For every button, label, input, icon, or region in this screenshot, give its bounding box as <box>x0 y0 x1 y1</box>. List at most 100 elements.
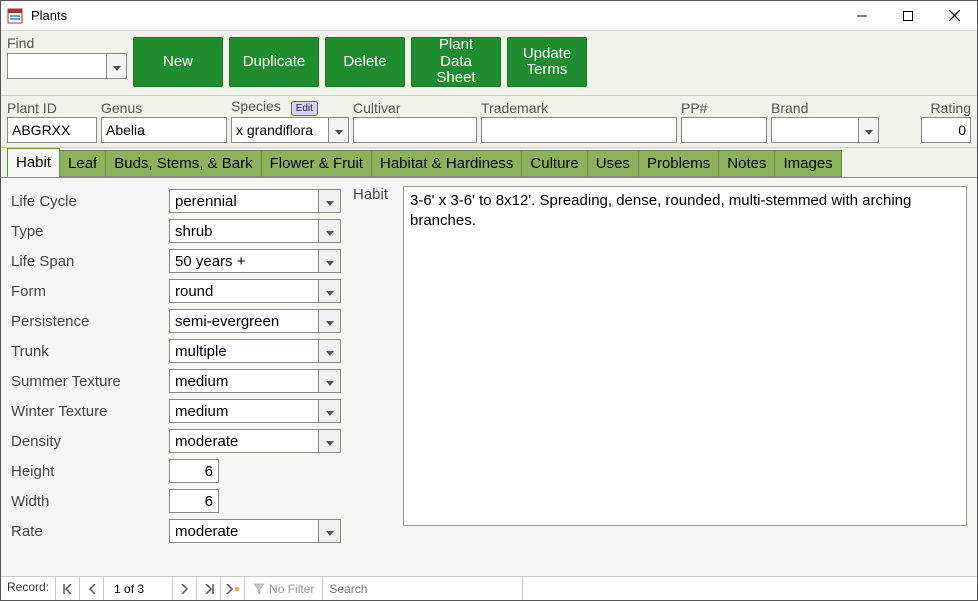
update-terms-button[interactable]: Update Terms <box>507 37 587 87</box>
habit-desc-textarea[interactable]: 3-6' x 3-6' to 8x12'. Spreading, dense, … <box>403 186 967 526</box>
record-first-button[interactable] <box>56 577 80 600</box>
genus-label: Genus <box>101 100 227 116</box>
tab-leaf[interactable]: Leaf <box>59 150 106 177</box>
density-dropdown-button[interactable] <box>318 430 340 452</box>
chevron-down-icon <box>326 193 334 209</box>
density-combo[interactable] <box>169 429 341 453</box>
summer-texture-input[interactable] <box>170 370 318 392</box>
life-cycle-combo[interactable] <box>169 189 341 213</box>
record-nav-spacer <box>523 577 977 600</box>
persistence-dropdown-button[interactable] <box>318 310 340 332</box>
winter-texture-dropdown-button[interactable] <box>318 400 340 422</box>
life-span-input[interactable] <box>170 250 318 272</box>
chevron-down-icon <box>326 403 334 419</box>
brand-input[interactable] <box>772 118 858 142</box>
habit-panel: Life Cycle Type Life Span Form Persisten… <box>1 178 977 576</box>
form-input[interactable] <box>170 280 318 302</box>
persistence-combo[interactable] <box>169 309 341 333</box>
trunk-combo[interactable] <box>169 339 341 363</box>
tab-buds-stems-bark[interactable]: Buds, Stems, & Bark <box>105 150 261 177</box>
record-next-button[interactable] <box>173 577 197 600</box>
life-span-combo[interactable] <box>169 249 341 273</box>
record-position-input[interactable] <box>112 581 164 597</box>
record-nofilter[interactable]: No Filter <box>245 577 323 600</box>
life-cycle-dropdown-button[interactable] <box>318 190 340 212</box>
chevron-down-icon <box>326 223 334 239</box>
habit-left-column: Life Cycle Type Life Span Form Persisten… <box>11 186 341 568</box>
form-combo[interactable] <box>169 279 341 303</box>
tab-flower-fruit[interactable]: Flower & Fruit <box>261 150 372 177</box>
window-maximize-button[interactable] <box>885 1 931 31</box>
rate-label: Rate <box>11 523 169 540</box>
find-dropdown-button[interactable] <box>106 54 126 78</box>
cultivar-input[interactable] <box>353 117 477 143</box>
height-input[interactable] <box>169 459 219 483</box>
type-input[interactable] <box>170 220 318 242</box>
window-minimize-button[interactable] <box>839 1 885 31</box>
summer-texture-combo[interactable] <box>169 369 341 393</box>
habit-desc-label: Habit <box>353 186 397 568</box>
species-combo[interactable] <box>231 117 349 143</box>
find-combo[interactable] <box>7 53 127 79</box>
trademark-label: Trademark <box>481 100 677 116</box>
brand-combo[interactable] <box>771 117 879 143</box>
titlebar-title: Plants <box>29 8 839 23</box>
habit-right-column: Habit 3-6' x 3-6' to 8x12'. Spreading, d… <box>353 186 967 568</box>
chevron-down-icon <box>335 122 343 138</box>
life-cycle-input[interactable] <box>170 190 318 212</box>
window-close-button[interactable] <box>931 1 977 31</box>
app-icon <box>7 8 23 24</box>
titlebar: Plants <box>1 1 977 31</box>
rate-combo[interactable] <box>169 519 341 543</box>
tab-culture[interactable]: Culture <box>521 150 587 177</box>
duplicate-button[interactable]: Duplicate <box>229 37 319 87</box>
plant-data-sheet-button[interactable]: Plant Data Sheet <box>411 37 501 87</box>
tab-habit[interactable]: Habit <box>7 148 60 177</box>
record-prev-button[interactable] <box>80 577 104 600</box>
chevron-down-icon <box>326 253 334 269</box>
winter-texture-combo[interactable] <box>169 399 341 423</box>
tab-images[interactable]: Images <box>774 150 841 177</box>
record-search[interactable] <box>323 577 523 600</box>
genus-input[interactable] <box>101 117 227 143</box>
cultivar-label: Cultivar <box>353 100 477 116</box>
trunk-dropdown-button[interactable] <box>318 340 340 362</box>
width-input[interactable] <box>169 489 219 513</box>
plantid-input[interactable] <box>7 117 97 143</box>
rating-input[interactable] <box>921 117 971 143</box>
tab-notes[interactable]: Notes <box>718 150 775 177</box>
record-last-button[interactable] <box>197 577 221 600</box>
width-label: Width <box>11 493 169 510</box>
pp-input[interactable] <box>681 117 767 143</box>
trunk-input[interactable] <box>170 340 318 362</box>
species-input[interactable] <box>232 118 328 142</box>
form-dropdown-button[interactable] <box>318 280 340 302</box>
species-edit-button[interactable]: Edit <box>291 101 318 116</box>
persistence-input[interactable] <box>170 310 318 332</box>
record-new-button[interactable] <box>221 577 245 600</box>
tab-habitat-hardiness[interactable]: Habitat & Hardiness <box>371 150 522 177</box>
chevron-down-icon <box>326 283 334 299</box>
top-toolbar: Find New Duplicate Delete Plant Data She… <box>1 31 977 96</box>
find-input[interactable] <box>8 54 106 78</box>
life-span-dropdown-button[interactable] <box>318 250 340 272</box>
winter-texture-input[interactable] <box>170 400 318 422</box>
rate-dropdown-button[interactable] <box>318 520 340 542</box>
brand-dropdown-button[interactable] <box>858 118 878 142</box>
tab-problems[interactable]: Problems <box>638 150 719 177</box>
rate-input[interactable] <box>170 520 318 542</box>
density-input[interactable] <box>170 430 318 452</box>
delete-button[interactable]: Delete <box>325 37 405 87</box>
new-button[interactable]: New <box>133 37 223 87</box>
chevron-down-icon <box>326 433 334 449</box>
type-combo[interactable] <box>169 219 341 243</box>
trademark-input[interactable] <box>481 117 677 143</box>
tab-uses[interactable]: Uses <box>587 150 639 177</box>
summer-texture-dropdown-button[interactable] <box>318 370 340 392</box>
record-position[interactable] <box>104 577 173 600</box>
record-search-input[interactable] <box>323 577 522 600</box>
tabbar: Habit Leaf Buds, Stems, & Bark Flower & … <box>1 148 977 178</box>
species-dropdown-button[interactable] <box>328 118 348 142</box>
brand-label: Brand <box>771 100 879 116</box>
type-dropdown-button[interactable] <box>318 220 340 242</box>
